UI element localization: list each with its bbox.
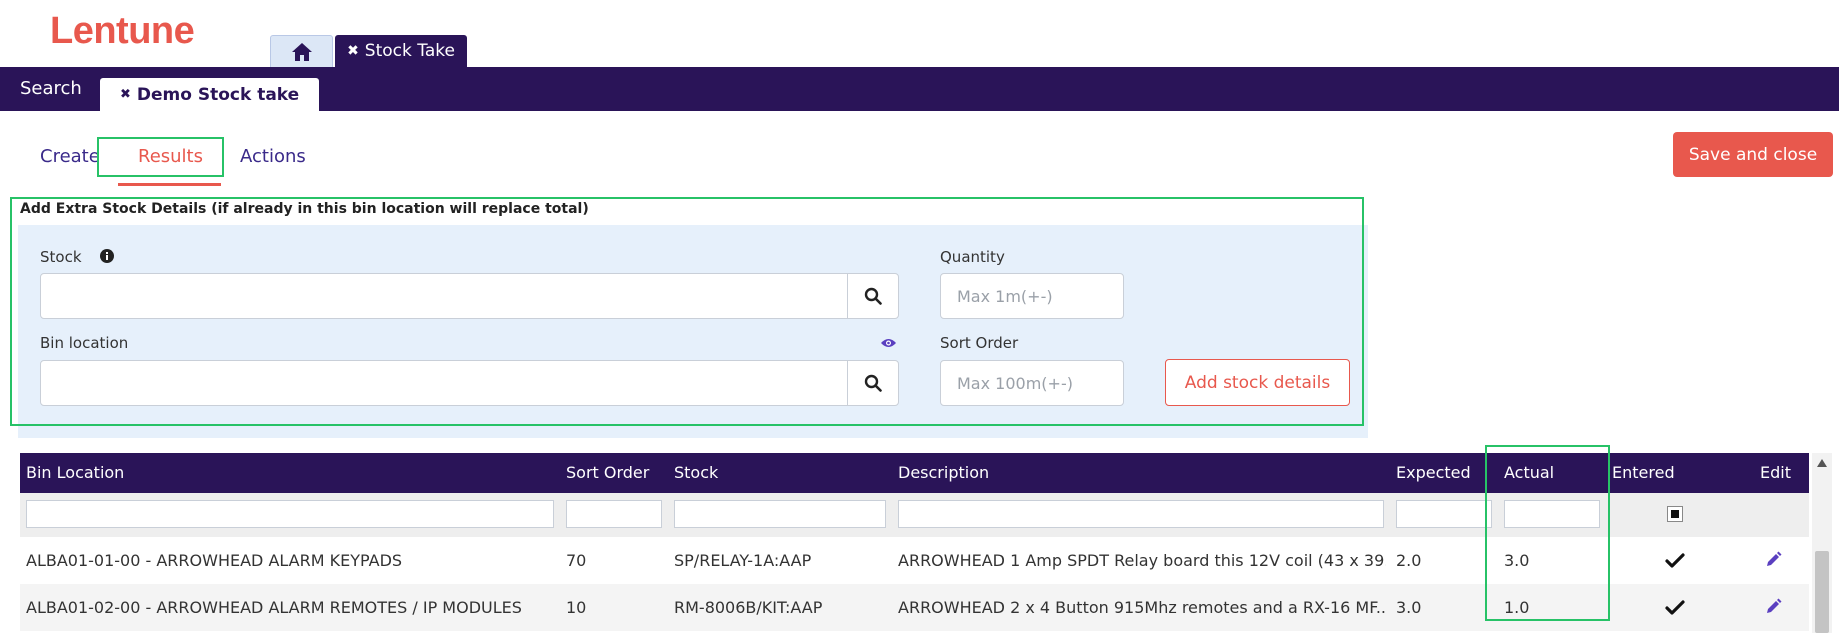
tab-results[interactable]: Results: [138, 146, 203, 167]
search-icon: [864, 374, 882, 392]
home-icon: [291, 42, 312, 61]
column-header-description[interactable]: Description: [898, 453, 989, 493]
cell-sort-order: 10: [566, 598, 587, 617]
bin-location-search-button[interactable]: [847, 360, 899, 406]
column-header-edit: Edit: [1760, 463, 1791, 482]
column-header-bin-location[interactable]: Bin Location: [26, 453, 124, 493]
checkmark-icon: [1665, 600, 1685, 615]
close-icon[interactable]: ✖: [120, 87, 131, 102]
info-icon[interactable]: [100, 249, 114, 263]
table-scrollbar[interactable]: [1812, 453, 1832, 633]
tab-stock-take[interactable]: ✖ Stock Take: [335, 35, 467, 67]
close-icon[interactable]: ✖: [347, 43, 359, 59]
eye-icon[interactable]: [880, 337, 897, 349]
filter-sort-order[interactable]: [566, 500, 662, 528]
filter-stock[interactable]: [674, 500, 886, 528]
filter-entered-checkbox[interactable]: [1667, 506, 1683, 522]
bin-location-input[interactable]: [40, 360, 848, 406]
nav-demo-stock-take-tab[interactable]: ✖ Demo Stock take: [100, 78, 320, 111]
checkmark-icon: [1665, 553, 1685, 568]
active-tab-indicator: [118, 183, 221, 186]
bin-location-label: Bin location: [40, 334, 129, 352]
column-header-expected[interactable]: Expected: [1396, 453, 1471, 493]
edit-pencil-icon[interactable]: [1764, 551, 1782, 569]
scrollbar-thumb[interactable]: [1815, 551, 1829, 633]
sort-order-input[interactable]: Max 100m(+-): [940, 360, 1124, 406]
column-header-entered[interactable]: Entered: [1612, 453, 1675, 493]
edit-pencil-icon[interactable]: [1764, 598, 1782, 616]
stock-label: Stock: [40, 248, 82, 266]
filter-description[interactable]: [898, 500, 1384, 528]
brand-logo: Lentune: [50, 10, 195, 52]
cell-stock: SP/RELAY-1A:AAP: [674, 551, 812, 570]
quantity-label: Quantity: [940, 248, 1005, 266]
scroll-up-arrow-icon[interactable]: [1817, 459, 1827, 467]
tab-stock-take-label: Stock Take: [364, 41, 455, 61]
sort-order-label: Sort Order: [940, 334, 1019, 352]
cell-expected: 3.0: [1396, 598, 1422, 617]
tab-actions[interactable]: Actions: [240, 146, 306, 167]
highlight-box-actual-column: [1485, 445, 1610, 621]
cell-sort-order: 70: [566, 551, 587, 570]
cell-bin-location: ALBA01-02-00 - ARROWHEAD ALARM REMOTES /…: [26, 598, 522, 617]
cell-bin-location: ALBA01-01-00 - ARROWHEAD ALARM KEYPADS: [26, 551, 403, 570]
search-icon: [864, 287, 882, 305]
cell-expected: 2.0: [1396, 551, 1422, 570]
cell-description: ARROWHEAD 1 Amp SPDT Relay board this 12…: [898, 551, 1386, 570]
nav-search-tab[interactable]: Search: [20, 67, 82, 111]
save-and-close-button[interactable]: Save and close: [1673, 132, 1833, 177]
filter-expected[interactable]: [1396, 500, 1492, 528]
cell-description: ARROWHEAD 2 x 4 Button 915Mhz remotes an…: [898, 598, 1386, 617]
stock-input[interactable]: [40, 273, 848, 319]
tab-create[interactable]: Create: [40, 146, 100, 167]
quantity-input[interactable]: Max 1m(+-): [940, 273, 1124, 319]
filter-bin-location[interactable]: [26, 500, 554, 528]
cell-stock: RM-8006B/KIT:AAP: [674, 598, 823, 617]
nav-demo-stock-take-label: Demo Stock take: [136, 84, 300, 105]
column-header-stock[interactable]: Stock: [674, 453, 718, 493]
add-stock-details-button[interactable]: Add stock details: [1165, 359, 1350, 406]
home-tab[interactable]: [270, 35, 333, 67]
column-header-sort-order[interactable]: Sort Order: [566, 453, 649, 493]
stock-search-button[interactable]: [847, 273, 899, 319]
